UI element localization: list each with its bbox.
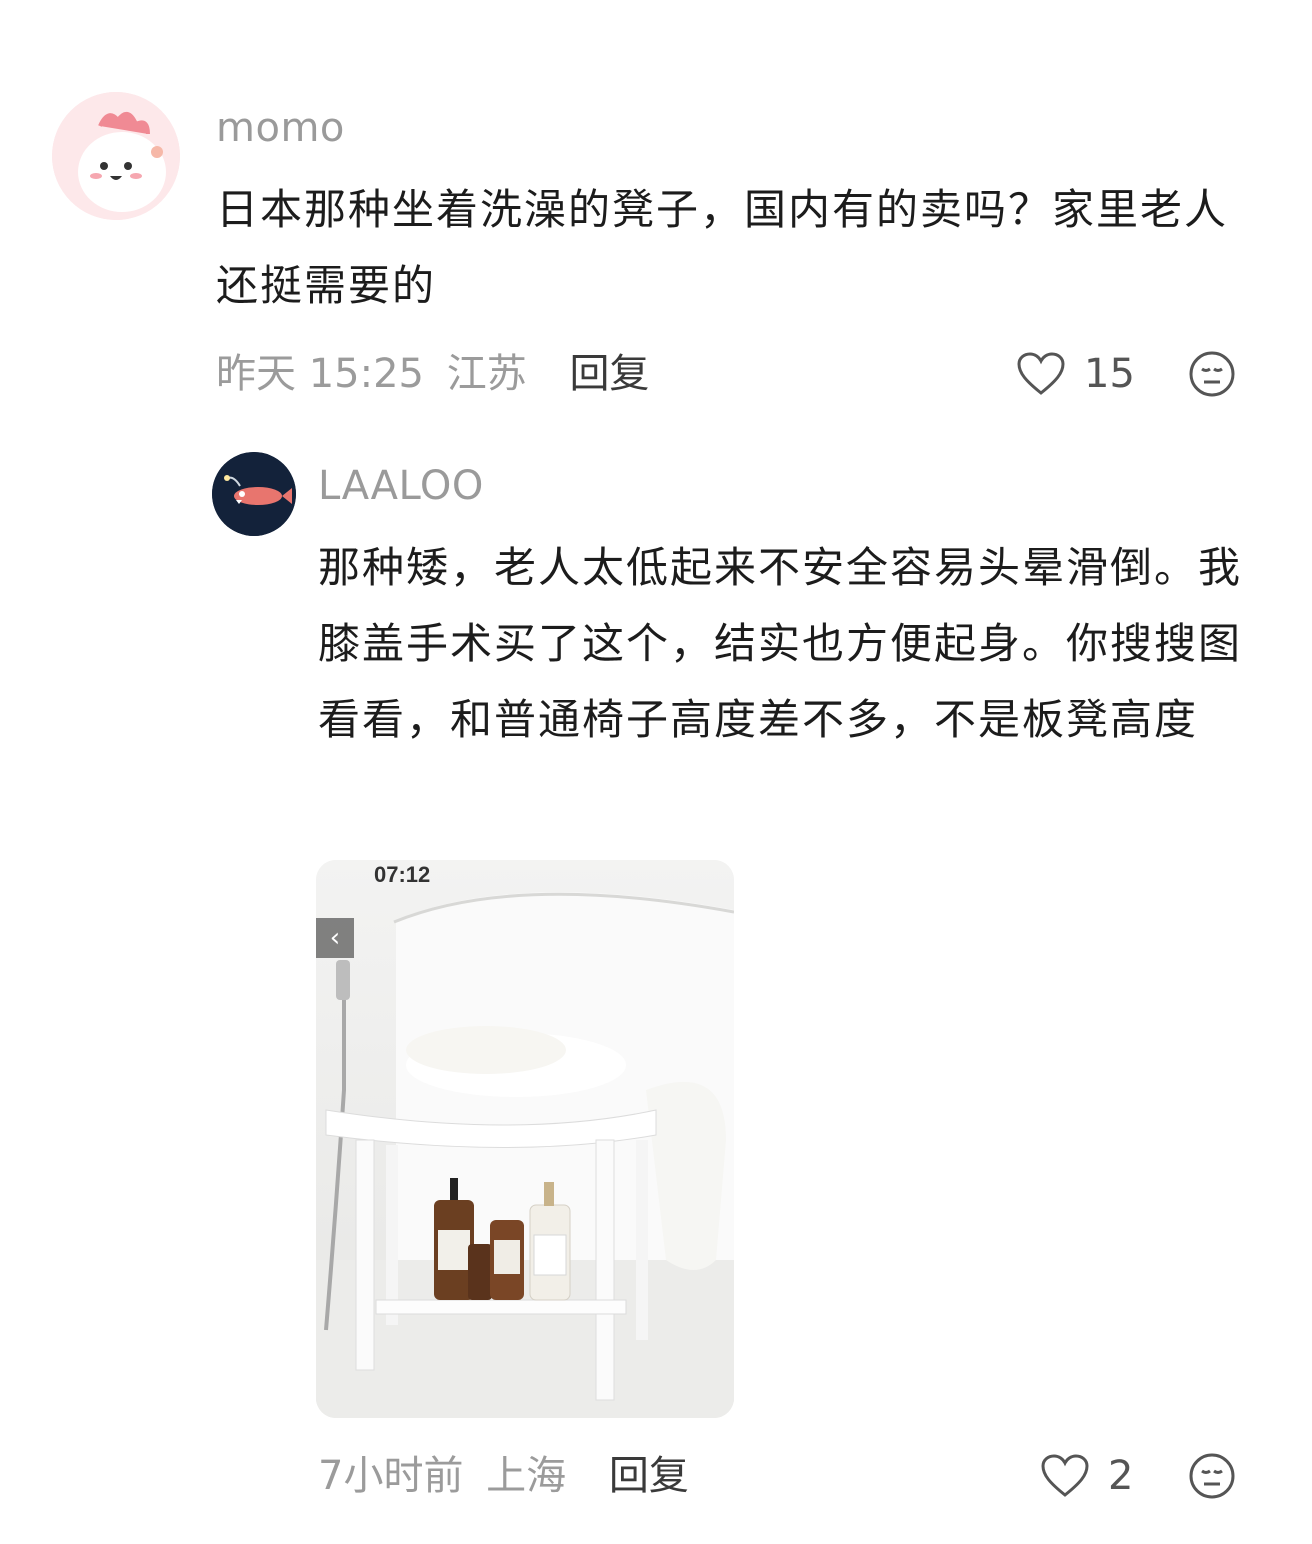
bath-stool-photo xyxy=(316,860,734,1418)
avatar[interactable] xyxy=(212,452,296,536)
comment-meta: 昨天 15:25 江苏 回复 xyxy=(216,350,649,398)
dislike-button[interactable] xyxy=(1188,350,1236,398)
comment-text: 那种矮，老人太低起来不安全容易头晕滑倒。我膝盖手术买了这个，结实也方便起身。你搜… xyxy=(318,543,1243,744)
photo-timestamp: 07:12 xyxy=(374,862,431,887)
meh-face-icon xyxy=(1189,1453,1235,1499)
comment-meta: 7小时前 上海 回复 xyxy=(318,1452,689,1500)
meh-face-icon xyxy=(1189,351,1235,397)
back-arrow-icon[interactable]: ‹ xyxy=(316,918,354,958)
username[interactable]: LAALOO xyxy=(318,462,484,510)
reply-button[interactable]: 回复 xyxy=(569,351,649,397)
avatar[interactable] xyxy=(52,92,180,220)
heart-icon xyxy=(1041,1454,1089,1497)
reply-button[interactable]: 回复 xyxy=(609,1453,689,1499)
pink-cartoon-avatar-icon xyxy=(52,92,180,220)
comment-time: 昨天 15:25 xyxy=(216,351,424,397)
comment-location: 江苏 xyxy=(446,351,527,397)
like-count: 2 xyxy=(1108,1453,1134,1499)
dislike-button[interactable] xyxy=(1188,1452,1236,1500)
comment-time: 7小时前 xyxy=(318,1453,464,1499)
reply-comment-item: LAALOO 那种矮，老人太低起来不安全容易头晕滑倒。我膝盖手术买了这个，结实也… xyxy=(0,420,1312,1544)
like-button[interactable]: 2 xyxy=(1040,1452,1133,1500)
comment-item: momo 日本那种坐着洗澡的凳子，国内有的卖吗？家里老人还挺需要的 昨天 15:… xyxy=(0,0,1312,420)
attached-photo[interactable]: 07:12 ‹ xyxy=(316,860,734,1418)
like-count: 15 xyxy=(1084,351,1135,397)
anglerfish-avatar-icon xyxy=(212,452,296,536)
comment-text: 日本那种坐着洗澡的凳子，国内有的卖吗？家里老人还挺需要的 xyxy=(216,185,1229,310)
like-button[interactable]: 15 xyxy=(1016,350,1135,398)
username[interactable]: momo xyxy=(216,104,345,152)
comment-location: 上海 xyxy=(486,1453,567,1499)
heart-icon xyxy=(1017,352,1065,395)
